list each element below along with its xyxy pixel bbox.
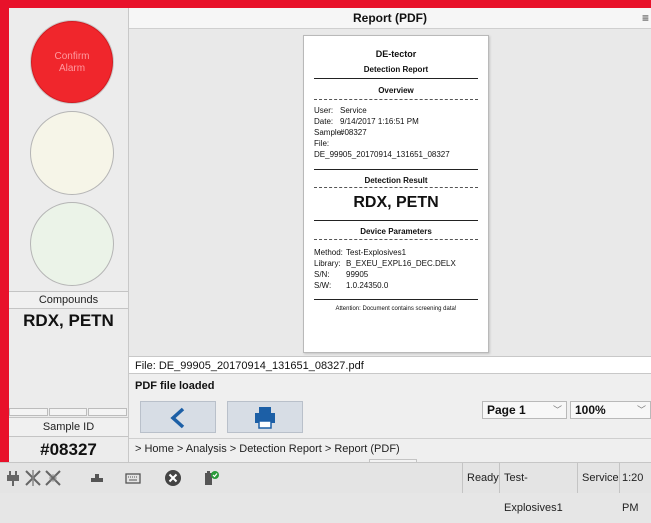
status-user: Service xyxy=(577,463,619,493)
confirm-alarm-label: Confirm Alarm xyxy=(54,51,90,74)
result-title: Detection Result xyxy=(364,176,428,185)
status-method: Test-Explosives1 xyxy=(499,463,577,514)
keyboard-icon[interactable] xyxy=(124,469,142,487)
network-off-icon xyxy=(45,470,61,486)
status-panel: Confirm Alarm Compounds RDX, PETN Sample … xyxy=(9,8,129,462)
indicator-row xyxy=(9,408,128,416)
status-bar: Ready Test-Explosives1 Service 1:20 PM xyxy=(0,462,651,514)
page-select[interactable]: Page 1 ﹀ xyxy=(482,401,567,419)
params-title: Device Parameters xyxy=(360,227,432,236)
compounds-label: Compounds xyxy=(9,291,128,309)
close-icon[interactable] xyxy=(164,469,182,487)
hamburger-menu-icon[interactable]: ≡ xyxy=(642,8,649,28)
sample-id-value: #08327 xyxy=(40,440,97,459)
chevron-down-icon: ﹀ xyxy=(552,405,562,415)
result-value: RDX, PETN xyxy=(353,194,439,211)
pdf-viewer[interactable]: DE-tector Detection Report Overview User… xyxy=(129,29,651,356)
signal-off-icon xyxy=(25,470,41,486)
yellow-status-light xyxy=(30,111,114,195)
file-name: File: DE_99905_20170914_131651_08327.pdf xyxy=(129,356,651,374)
main-panel: Report (PDF) ≡ DE-tector Detection Repor… xyxy=(129,8,651,465)
print-button[interactable] xyxy=(227,401,303,433)
usb-icon xyxy=(91,474,103,482)
battery-ok-icon xyxy=(205,471,219,485)
chevron-down-icon: ﹀ xyxy=(636,405,646,415)
sample-id-label: Sample ID xyxy=(9,417,128,437)
back-button[interactable] xyxy=(140,401,216,433)
load-status: PDF file loaded xyxy=(135,380,215,392)
chevron-left-icon xyxy=(170,407,185,429)
page-title: Report (PDF) ≡ xyxy=(129,8,651,29)
report-subtitle: Detection Report xyxy=(363,65,429,74)
pdf-page: DE-tector Detection Report Overview User… xyxy=(303,35,489,353)
zoom-select[interactable]: 100% ﹀ xyxy=(570,401,651,419)
plug-disconnected-icon xyxy=(7,471,19,486)
confirm-alarm-button[interactable]: Confirm Alarm xyxy=(30,20,114,104)
status-ready: Ready xyxy=(462,463,499,493)
status-time: 1:20 PM xyxy=(619,463,651,514)
green-status-light xyxy=(30,202,114,286)
attention-note: Attention: Document contains screening d… xyxy=(335,306,457,312)
compounds-value: RDX, PETN xyxy=(23,311,114,330)
printer-icon xyxy=(255,407,275,429)
report-brand: DE-tector xyxy=(375,49,417,59)
overview-title: Overview xyxy=(378,86,414,95)
breadcrumb: > Home > Analysis > Detection Report > R… xyxy=(129,438,651,458)
